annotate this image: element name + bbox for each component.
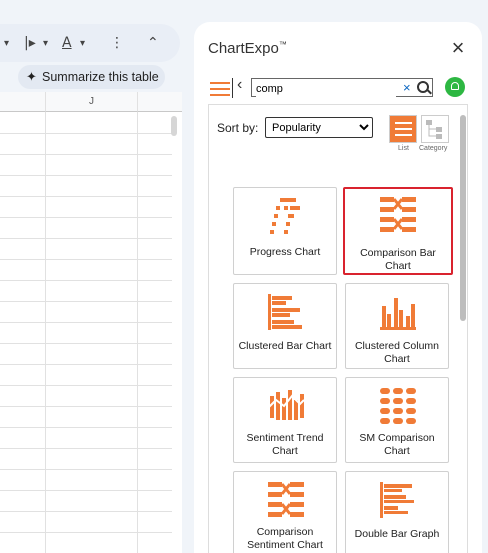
column-divider	[45, 112, 46, 553]
summarize-label: Summarize this table	[42, 70, 159, 84]
text-wrap-icon[interactable]: |▸	[24, 35, 36, 51]
back-icon[interactable]: ‹	[237, 76, 242, 94]
row-divider	[0, 238, 172, 239]
column-header-i[interactable]: I	[0, 92, 46, 112]
row-divider	[0, 427, 172, 428]
row-divider	[0, 385, 172, 386]
row-divider	[0, 469, 172, 470]
row-divider	[0, 406, 172, 407]
row-divider	[0, 511, 172, 512]
search-field[interactable]: ×	[251, 78, 433, 97]
dropdown-arrow-icon[interactable]: ▾	[80, 38, 85, 49]
category-view-button[interactable]	[421, 115, 449, 143]
row-divider	[0, 301, 172, 302]
column-divider	[137, 112, 138, 553]
chart-card-label: SM Comparison Chart	[359, 432, 435, 457]
row-divider	[0, 196, 172, 197]
chart-card-label: Double Bar Graph	[354, 528, 440, 540]
chart-card-label: Sentiment Trend Chart	[246, 432, 324, 457]
chart-card-progress-chart[interactable]: Progress Chart	[233, 187, 337, 275]
row-divider	[0, 133, 172, 134]
search-input[interactable]	[256, 81, 396, 97]
chartexpo-panel: ChartExpo™ × ‹ × Sort by: Popularity Lis…	[194, 22, 482, 553]
chart-card-comparison-bar-chart[interactable]: Comparison Bar Chart	[343, 187, 453, 275]
row-divider	[0, 343, 172, 344]
sort-by-select[interactable]: Popularity	[265, 117, 373, 138]
collapse-toolbar-icon[interactable]: ⌃	[147, 35, 159, 51]
chart-card-sm-comparison-chart[interactable]: SM Comparison Chart	[345, 377, 449, 463]
row-divider	[0, 175, 172, 176]
sm-comparison-chart-icon	[380, 388, 416, 424]
close-icon[interactable]: ×	[446, 36, 470, 60]
row-divider	[0, 217, 172, 218]
chart-card-clustered-bar-chart[interactable]: Clustered Bar Chart	[233, 283, 337, 369]
menu-icon[interactable]	[210, 78, 230, 98]
chart-card-clustered-column-chart[interactable]: Clustered Column Chart	[345, 283, 449, 369]
chart-card-label: Clustered Column Chart	[354, 340, 440, 365]
text-color-icon[interactable]: A	[62, 35, 72, 51]
double-bar-graph-icon	[380, 482, 414, 518]
row-divider	[0, 364, 172, 365]
row-divider	[0, 322, 172, 323]
divider	[232, 78, 233, 98]
row-divider	[0, 154, 172, 155]
panel-scrollbar[interactable]	[460, 115, 466, 321]
row-divider	[0, 532, 172, 533]
chart-card-double-bar-graph[interactable]: Double Bar Graph	[345, 471, 449, 553]
row-divider	[0, 280, 172, 281]
column-header-k[interactable]	[138, 92, 182, 112]
chart-card-label: Comparison Sentiment Chart	[247, 526, 323, 551]
category-view-label: Category	[419, 145, 448, 152]
chart-list-container: Sort by: Popularity List Category Progre…	[208, 104, 468, 553]
comparison-sentiment-chart-icon	[268, 482, 304, 517]
chart-card-label: Clustered Bar Chart	[238, 340, 332, 352]
progress-chart-icon	[270, 198, 300, 234]
category-tree-icon	[426, 120, 442, 139]
row-divider	[0, 448, 172, 449]
summarize-table-button[interactable]: ✦ Summarize this table	[18, 65, 165, 89]
row-divider	[0, 259, 172, 260]
chart-card-sentiment-trend-chart[interactable]: Sentiment Trend Chart	[233, 377, 337, 463]
dropdown-arrow-icon[interactable]: ▾	[43, 38, 48, 49]
sort-by-label: Sort by:	[217, 121, 259, 135]
sparkle-icon: ✦	[26, 69, 37, 84]
row-divider	[0, 490, 172, 491]
list-view-label: List	[398, 145, 409, 152]
clustered-bar-chart-icon	[268, 294, 302, 330]
clustered-column-chart-icon	[380, 298, 416, 330]
chart-card-label: Progress Chart	[249, 246, 321, 258]
notification-bell-icon[interactable]	[445, 77, 465, 97]
chart-card-label: Comparison Bar Chart	[360, 247, 436, 272]
spreadsheet-grid[interactable]: I J	[0, 92, 182, 553]
sheet-scrollbar[interactable]	[171, 116, 177, 136]
column-header-j[interactable]: J	[46, 92, 138, 112]
search-icon[interactable]	[417, 81, 429, 93]
sentiment-trend-chart-icon	[267, 390, 305, 420]
chart-card-comparison-sentiment-chart[interactable]: Comparison Sentiment Chart	[233, 471, 337, 553]
list-view-button[interactable]	[389, 115, 417, 143]
more-options-icon[interactable]: ⋮	[110, 35, 124, 51]
clear-search-icon[interactable]: ×	[403, 79, 411, 96]
comparison-bar-chart-icon	[380, 197, 416, 232]
panel-title: ChartExpo™	[208, 40, 287, 57]
dropdown-arrow-icon[interactable]: ▾	[4, 38, 9, 49]
